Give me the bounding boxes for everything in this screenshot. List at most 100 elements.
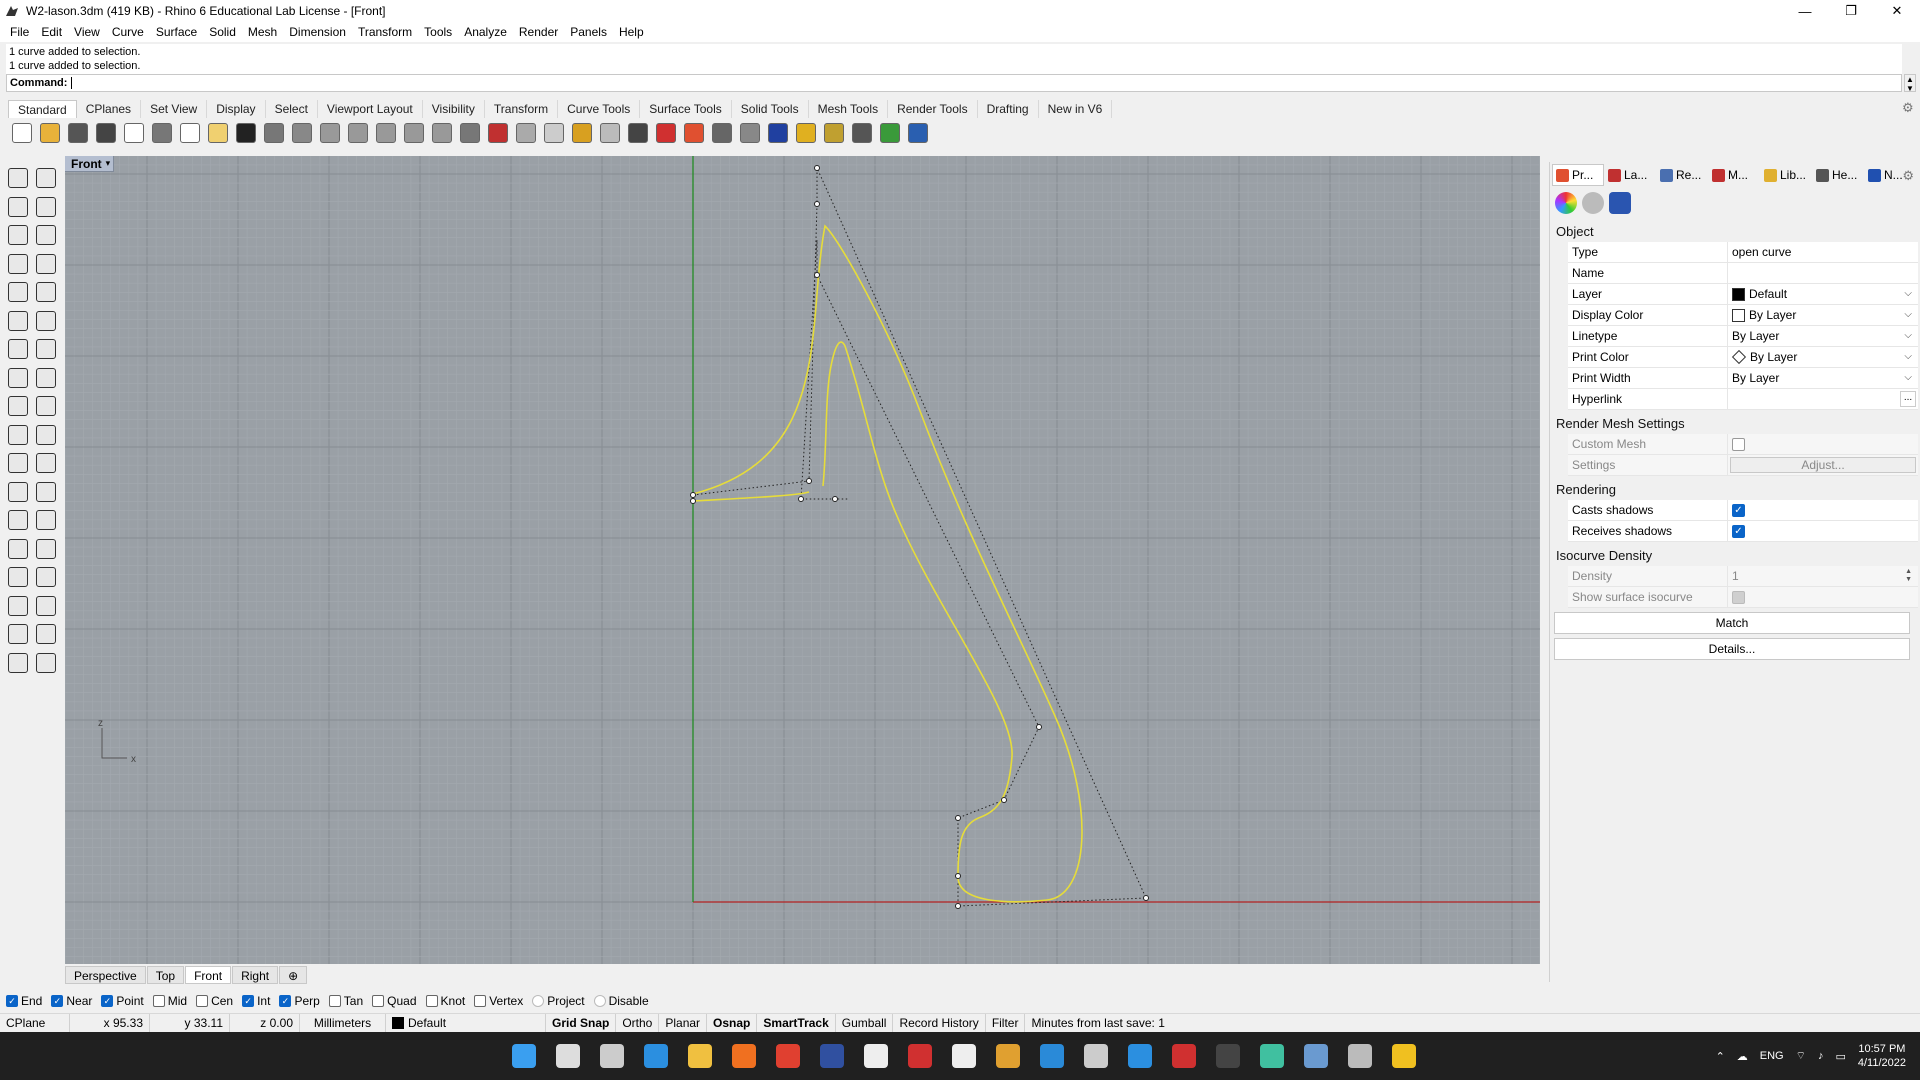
density-input[interactable]: 1	[1732, 569, 1739, 583]
toolbar-tab-select[interactable]: Select	[266, 100, 318, 118]
minimize-button[interactable]: —	[1782, 0, 1828, 22]
object-properties-icon[interactable]	[1555, 192, 1577, 214]
new-button[interactable]	[8, 120, 36, 146]
filter-toggle[interactable]: Filter	[986, 1013, 1026, 1032]
gumball-toggle[interactable]: Gumball	[836, 1013, 894, 1032]
cinema4d-icon[interactable]	[820, 1044, 844, 1068]
checkbox[interactable]	[593, 995, 606, 1007]
maximize-button[interactable]: ❐	[1828, 0, 1874, 22]
command-line[interactable]: Command:	[6, 74, 1902, 92]
text-tool[interactable]	[4, 506, 32, 534]
point-cloud-tool[interactable]	[32, 449, 60, 477]
ellipse-tool[interactable]	[32, 221, 60, 249]
blender-icon[interactable]	[952, 1044, 976, 1068]
panel-tab-help[interactable]: He...	[1812, 164, 1864, 186]
cplane-label[interactable]: CPlane	[0, 1013, 70, 1032]
add-viewport-tab[interactable]: ⊕	[279, 966, 308, 984]
curve-cv-tool[interactable]	[32, 193, 60, 221]
chevron-down-icon[interactable]: ⌵	[1904, 351, 1912, 362]
blue-sphere-button[interactable]	[764, 120, 792, 146]
photos-icon[interactable]	[1304, 1044, 1328, 1068]
control-point[interactable]	[814, 201, 820, 207]
offset-curve-tool[interactable]	[4, 478, 32, 506]
fillet-curve-tool[interactable]	[32, 278, 60, 306]
four-viewports-button[interactable]	[456, 120, 484, 146]
grid-array-tool[interactable]	[4, 592, 32, 620]
osnap-knot[interactable]: Knot	[425, 994, 465, 1008]
open-button[interactable]	[36, 120, 64, 146]
chevron-down-icon[interactable]: ⌵	[1904, 372, 1912, 383]
search-icon[interactable]	[556, 1044, 580, 1068]
custom-mesh-checkbox[interactable]	[1732, 437, 1745, 451]
control-point[interactable]	[955, 815, 961, 821]
zoom-extents-button[interactable]	[372, 120, 400, 146]
control-point[interactable]	[955, 903, 961, 909]
control-point[interactable]	[955, 873, 961, 879]
options-gear-button[interactable]	[820, 120, 848, 146]
print-button[interactable]	[92, 120, 120, 146]
group-tool[interactable]	[4, 449, 32, 477]
file-explorer-icon[interactable]	[688, 1044, 712, 1068]
menu-render[interactable]: Render	[513, 25, 564, 39]
rotate-view-button[interactable]	[288, 120, 316, 146]
epic-games-icon[interactable]	[1216, 1044, 1240, 1068]
osnap-project[interactable]: Project	[532, 994, 585, 1008]
grid-options-button[interactable]	[848, 120, 876, 146]
toolbar-tab-cplanes[interactable]: CPlanes	[77, 100, 142, 118]
light-bulb-button[interactable]	[596, 120, 624, 146]
menu-file[interactable]: File	[4, 25, 35, 39]
menu-dimension[interactable]: Dimension	[283, 25, 352, 39]
explode-tool[interactable]	[4, 392, 32, 420]
osnap-int[interactable]: ✓ Int	[242, 994, 270, 1008]
checkbox[interactable]	[532, 995, 545, 1007]
toolbar-tab-curve-tools[interactable]: Curve Tools	[558, 100, 641, 118]
close-button[interactable]: ✕	[1874, 0, 1920, 22]
join-tool[interactable]	[32, 392, 60, 420]
material-properties-icon[interactable]	[1582, 192, 1604, 214]
prop-print-width[interactable]: Print Width By Layer ⌵	[1568, 368, 1918, 389]
toolbar-tab-transform[interactable]: Transform	[485, 100, 559, 118]
menu-analyze[interactable]: Analyze	[458, 25, 513, 39]
units-label[interactable]: Millimeters	[300, 1013, 386, 1032]
toolbar-tab-solid-tools[interactable]: Solid Tools	[732, 100, 809, 118]
menu-transform[interactable]: Transform	[352, 25, 418, 39]
zoom-window-button[interactable]	[344, 120, 372, 146]
osnap-vertex[interactable]: Vertex	[474, 994, 523, 1008]
casts-shadows-checkbox[interactable]: ✓	[1732, 503, 1745, 517]
panel-tab-properties[interactable]: Pr...	[1552, 164, 1604, 186]
density-spinner[interactable]: ▲ ▼	[1905, 568, 1912, 584]
windows-start-icon[interactable]	[512, 1044, 536, 1068]
shade-tool[interactable]	[4, 649, 32, 677]
clock[interactable]: 10:57 PM 4/11/2022	[1858, 1042, 1906, 1070]
undo-button[interactable]	[232, 120, 260, 146]
boolean-tool[interactable]	[32, 335, 60, 363]
osnap-end[interactable]: ✓ End	[6, 994, 42, 1008]
cylinder-tool[interactable]	[4, 364, 32, 392]
color-wheel-button[interactable]	[680, 120, 708, 146]
render-sphere-button[interactable]	[736, 120, 764, 146]
osnap-disable[interactable]: Disable	[593, 994, 649, 1008]
viewport-canvas[interactable]: z x	[65, 156, 1540, 964]
check-tool[interactable]	[32, 620, 60, 648]
analyze-tool[interactable]	[32, 592, 60, 620]
toolbar-tab-mesh-tools[interactable]: Mesh Tools	[809, 100, 889, 118]
osnap-mid[interactable]: Mid	[152, 994, 187, 1008]
loft-tool[interactable]	[32, 307, 60, 335]
menu-solid[interactable]: Solid	[203, 25, 242, 39]
grid-snap-toggle[interactable]: Grid Snap	[546, 1013, 617, 1032]
tab-right[interactable]: Right	[232, 966, 279, 984]
render-tool[interactable]	[4, 620, 32, 648]
control-point[interactable]	[814, 165, 820, 171]
airplane-button[interactable]	[512, 120, 540, 146]
prop-display-color[interactable]: Display Color By Layer ⌵	[1568, 305, 1918, 326]
arc-tool[interactable]	[4, 278, 32, 306]
menu-curve[interactable]: Curve	[106, 25, 150, 39]
paste-button[interactable]	[204, 120, 232, 146]
circle-tool[interactable]	[4, 221, 32, 249]
panel-tab-libraries[interactable]: Lib...	[1760, 164, 1812, 186]
wifi-icon[interactable]: ⌔	[1796, 1049, 1806, 1063]
game-icon[interactable]	[1172, 1044, 1196, 1068]
name-field[interactable]	[1728, 263, 1918, 283]
details-button[interactable]: Details...	[1554, 638, 1910, 660]
slack-icon[interactable]	[1260, 1044, 1284, 1068]
